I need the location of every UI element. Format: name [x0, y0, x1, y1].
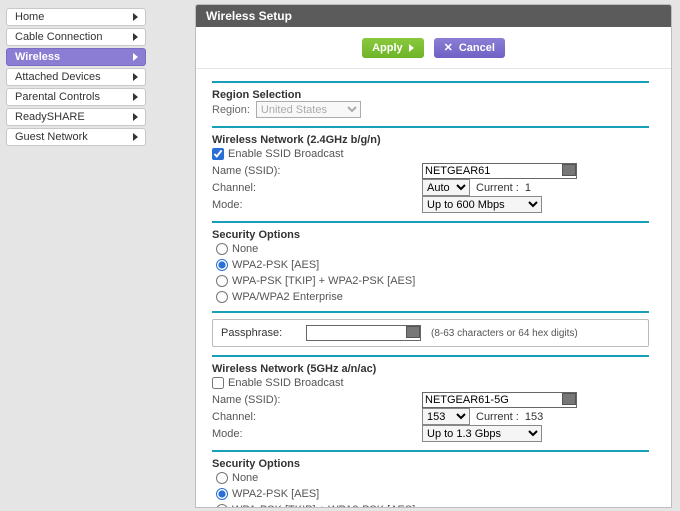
- radio-label: WPA-PSK [TKIP] + WPA2-PSK [AES]: [232, 504, 415, 507]
- content-scroll[interactable]: Region Selection Region: United States W…: [196, 70, 671, 507]
- sidebar-item-label: Wireless: [15, 51, 60, 63]
- channel-5-select[interactable]: 153: [422, 408, 470, 425]
- sidebar-item-guest-network[interactable]: Guest Network: [6, 128, 146, 146]
- enable-ssid-24-label: Enable SSID Broadcast: [228, 148, 344, 160]
- radio-label: WPA-PSK [TKIP] + WPA2-PSK [AES]: [232, 275, 415, 287]
- sidebar-item-home[interactable]: Home: [6, 8, 146, 26]
- toolbar: Apply ✕ Cancel: [196, 27, 671, 69]
- sidebar-item-cable-connection[interactable]: Cable Connection: [6, 28, 146, 46]
- enable-ssid-5-label: Enable SSID Broadcast: [228, 377, 344, 389]
- mode-24-select[interactable]: Up to 600 Mbps: [422, 196, 542, 213]
- region-label: Region:: [212, 104, 250, 116]
- ssid-24-label: Name (SSID):: [212, 165, 422, 177]
- chevron-right-icon: [133, 93, 138, 101]
- main-panel: Wireless Setup Apply ✕ Cancel Region Sel…: [195, 4, 672, 508]
- current-channel-5-label: Current : 153: [476, 411, 543, 423]
- cancel-button[interactable]: ✕ Cancel: [434, 38, 505, 58]
- divider: [212, 126, 649, 128]
- mode-24-label: Mode:: [212, 199, 422, 211]
- keyboard-icon[interactable]: [406, 326, 420, 338]
- close-icon: ✕: [444, 41, 453, 54]
- sidebar-item-label: Parental Controls: [15, 91, 100, 103]
- button-label: Cancel: [459, 42, 495, 54]
- passphrase-hint: (8-63 characters or 64 hex digits): [431, 328, 578, 339]
- play-icon: [409, 44, 414, 52]
- enable-ssid-5-checkbox[interactable]: [212, 377, 224, 389]
- divider: [212, 81, 649, 83]
- channel-5-label: Channel:: [212, 411, 422, 423]
- sidebar-item-label: Attached Devices: [15, 71, 101, 83]
- passphrase-input[interactable]: [306, 325, 421, 341]
- radio-label: None: [232, 472, 258, 484]
- sec5-radio-wpa2psk[interactable]: [216, 488, 228, 500]
- sec24-radio-mixed[interactable]: [216, 275, 228, 287]
- chevron-right-icon: [133, 113, 138, 121]
- sec24-radio-enterprise[interactable]: [216, 291, 228, 303]
- mode-5-select[interactable]: Up to 1.3 Gbps: [422, 425, 542, 442]
- sidebar-item-wireless[interactable]: Wireless: [6, 48, 146, 66]
- radio-label: None: [232, 243, 258, 255]
- sidebar-item-parental-controls[interactable]: Parental Controls: [6, 88, 146, 106]
- section-heading-24ghz: Wireless Network (2.4GHz b/g/n): [212, 134, 649, 146]
- passphrase-box: Passphrase: (8-63 characters or 64 hex d…: [212, 319, 649, 347]
- region-select: United States: [256, 101, 361, 118]
- sidebar-item-attached-devices[interactable]: Attached Devices: [6, 68, 146, 86]
- channel-24-label: Channel:: [212, 182, 422, 194]
- divider: [212, 221, 649, 223]
- section-heading-region: Region Selection: [212, 89, 649, 101]
- divider: [212, 355, 649, 357]
- ssid-24-input[interactable]: [422, 163, 577, 179]
- radio-label: WPA2-PSK [AES]: [232, 488, 319, 500]
- sidebar-item-label: Guest Network: [15, 131, 88, 143]
- ssid-5-input[interactable]: [422, 392, 577, 408]
- sidebar-item-label: ReadySHARE: [15, 111, 85, 123]
- mode-5-label: Mode:: [212, 428, 422, 440]
- keyboard-icon[interactable]: [562, 393, 576, 405]
- sec24-radio-wpa2psk[interactable]: [216, 259, 228, 271]
- chevron-right-icon: [133, 33, 138, 41]
- radio-label: WPA2-PSK [AES]: [232, 259, 319, 271]
- chevron-right-icon: [133, 13, 138, 21]
- sec5-radio-none[interactable]: [216, 472, 228, 484]
- radio-label: WPA/WPA2 Enterprise: [232, 291, 343, 303]
- section-heading-security-5: Security Options: [212, 458, 649, 470]
- divider: [212, 450, 649, 452]
- current-channel-24-label: Current : 1: [476, 182, 531, 194]
- chevron-right-icon: [133, 133, 138, 141]
- sec5-radio-mixed[interactable]: [216, 504, 228, 507]
- page-title: Wireless Setup: [196, 5, 671, 27]
- section-heading-5ghz: Wireless Network (5GHz a/n/ac): [212, 363, 649, 375]
- chevron-right-icon: [133, 53, 138, 61]
- keyboard-icon[interactable]: [562, 164, 576, 176]
- channel-24-select[interactable]: Auto: [422, 179, 470, 196]
- apply-button[interactable]: Apply: [362, 38, 424, 58]
- sec24-radio-none[interactable]: [216, 243, 228, 255]
- sidebar-item-label: Home: [15, 11, 44, 23]
- section-heading-security-24: Security Options: [212, 229, 649, 241]
- divider: [212, 311, 649, 313]
- chevron-right-icon: [133, 73, 138, 81]
- passphrase-label: Passphrase:: [221, 327, 296, 339]
- button-label: Apply: [372, 42, 403, 54]
- sidebar-item-readyshare[interactable]: ReadySHARE: [6, 108, 146, 126]
- enable-ssid-24-checkbox[interactable]: [212, 148, 224, 160]
- sidebar: Home Cable Connection Wireless Attached …: [6, 8, 146, 148]
- ssid-5-label: Name (SSID):: [212, 394, 422, 406]
- sidebar-item-label: Cable Connection: [15, 31, 102, 43]
